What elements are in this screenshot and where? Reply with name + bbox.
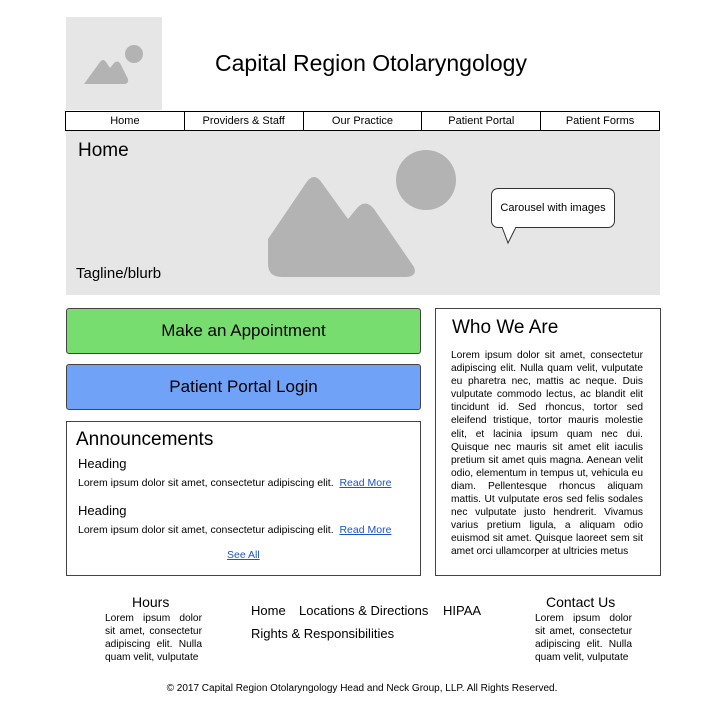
who-we-are-title: Who We Are [452, 317, 559, 338]
hero-tagline: Tagline/blurb [76, 265, 162, 282]
contact-heading: Contact Us [546, 594, 616, 610]
footer-link-rights[interactable]: Rights & Responsibilities [251, 626, 394, 641]
copyright: © 2017 Capital Region Otolaryngology Hea… [166, 683, 558, 694]
site-title: Capital Region Otolaryngology [215, 50, 527, 76]
logo-placeholder[interactable] [66, 17, 162, 110]
nav-our-practice[interactable]: Our Practice [304, 112, 423, 130]
callout-pointer [501, 227, 517, 245]
announcement-text: Lorem ipsum dolor sit amet, consectetur … [78, 524, 334, 536]
who-we-are-text: Lorem ipsum dolor sit amet, consectetur … [451, 350, 643, 558]
patient-portal-login-button[interactable]: Patient Portal Login [66, 364, 421, 410]
hero-title: Home [78, 140, 129, 161]
nav-patient-forms[interactable]: Patient Forms [541, 112, 659, 130]
see-all-link[interactable]: See All [227, 549, 260, 561]
nav-providers-staff[interactable]: Providers & Staff [185, 112, 304, 130]
nav-home[interactable]: Home [66, 112, 185, 130]
footer-link-home[interactable]: Home [251, 603, 286, 618]
announcement-item: Lorem ipsum dolor sit amet, consectetur … [78, 524, 408, 536]
make-appointment-button[interactable]: Make an Appointment [66, 308, 421, 354]
carousel-callout: Carousel with images [491, 188, 615, 228]
announcement-heading: Heading [78, 503, 127, 518]
announcement-text: Lorem ipsum dolor sit amet, consectetur … [78, 477, 334, 489]
read-more-link[interactable]: Read More [339, 524, 391, 536]
announcement-heading: Heading [78, 456, 127, 471]
read-more-link[interactable]: Read More [339, 477, 391, 489]
hours-heading: Hours [132, 594, 170, 610]
footer-link-hipaa[interactable]: HIPAA [443, 603, 481, 618]
announcement-item: Lorem ipsum dolor sit amet, consectetur … [78, 477, 408, 489]
contact-text: Lorem ipsum dolor sit amet, consectetur … [535, 613, 632, 663]
nav-patient-portal[interactable]: Patient Portal [422, 112, 542, 130]
announcements-title: Announcements [76, 429, 214, 450]
footer-link-locations[interactable]: Locations & Directions [299, 603, 428, 618]
image-icon [84, 45, 143, 84]
hours-text: Lorem ipsum dolor sit amet, consectetur … [105, 613, 202, 663]
main-nav: Home Providers & Staff Our Practice Pati… [65, 111, 660, 131]
